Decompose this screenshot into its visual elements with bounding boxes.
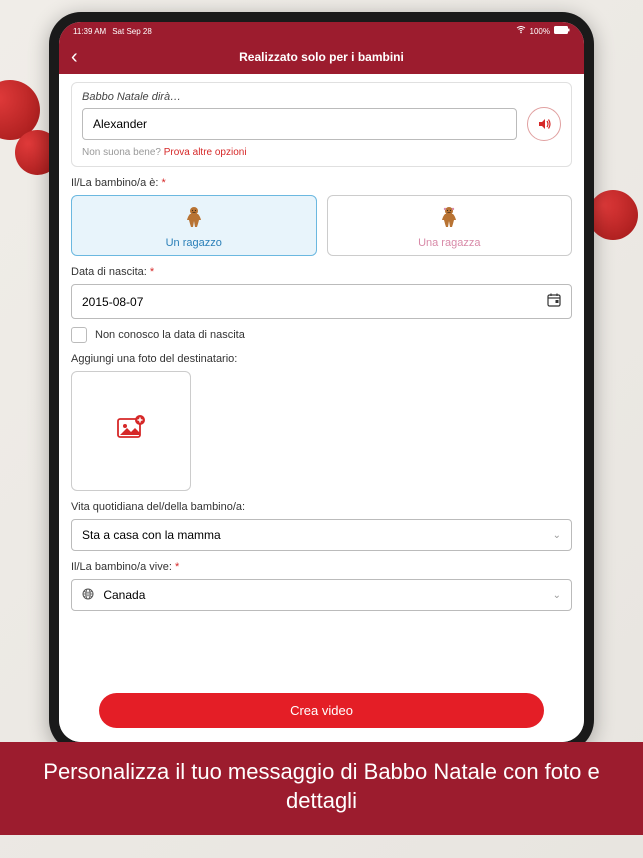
wifi-icon (516, 26, 526, 36)
form-content: Babbo Natale dirà… Non suona bene? Prova… (59, 74, 584, 683)
birth-date-input[interactable]: 2015-08-07 (71, 284, 572, 319)
status-bar: 11:39 AM Sat Sep 28 100% (59, 22, 584, 40)
santa-says-card: Babbo Natale dirà… Non suona bene? Prova… (71, 82, 572, 167)
create-video-button[interactable]: Crea video (99, 693, 544, 728)
daily-life-value: Sta a casa con la mamma (82, 528, 221, 542)
lives-select[interactable]: Canada ⌄ (71, 579, 572, 611)
chevron-down-icon: ⌄ (553, 590, 561, 601)
chevron-down-icon: ⌄ (553, 530, 561, 541)
gingerbread-boy-icon (72, 206, 316, 233)
pronunciation-hint: Non suona bene? Prova altre opzioni (82, 147, 561, 158)
unknown-birth-checkbox[interactable] (71, 327, 87, 343)
calendar-icon (547, 293, 561, 310)
battery-icon (554, 26, 570, 36)
name-input[interactable] (82, 108, 517, 140)
gender-label: Il/La bambino/a è: * (71, 177, 572, 189)
add-image-icon (116, 415, 146, 448)
unknown-birth-label: Non conosco la data di nascita (95, 329, 245, 341)
gingerbread-girl-icon (328, 206, 572, 233)
lives-label: Il/La bambino/a vive: * (71, 561, 572, 573)
try-other-options-link[interactable]: Prova altre opzioni (164, 147, 247, 158)
footer-bar: Crea video (59, 683, 584, 742)
tablet-frame: 11:39 AM Sat Sep 28 100% ‹ Realizzato so… (49, 12, 594, 752)
battery-text: 100% (530, 27, 550, 36)
gender-boy-label: Un ragazzo (166, 237, 222, 249)
page-title: Realizzato solo per i bambini (59, 50, 584, 64)
play-audio-button[interactable] (527, 107, 561, 141)
daily-life-select[interactable]: Sta a casa con la mamma ⌄ (71, 519, 572, 551)
gender-option-girl[interactable]: Una ragazza (327, 195, 573, 256)
birth-label: Data di nascita: * (71, 266, 572, 278)
gender-girl-label: Una ragazza (418, 237, 480, 249)
header-bar: ‹ Realizzato solo per i bambini (59, 40, 584, 74)
status-date: Sat Sep 28 (112, 27, 152, 36)
promo-caption: Personalizza il tuo messaggio di Babbo N… (0, 742, 643, 835)
daily-life-label: Vita quotidiana del/della bambino/a: (71, 501, 572, 513)
gender-option-boy[interactable]: Un ragazzo (71, 195, 317, 256)
back-button[interactable]: ‹ (71, 46, 78, 69)
birth-date-value: 2015-08-07 (82, 295, 143, 309)
globe-icon (82, 588, 97, 602)
add-photo-box[interactable] (71, 371, 191, 491)
status-time: 11:39 AM (73, 27, 106, 36)
photo-label: Aggiungi una foto del destinatario: (71, 353, 572, 365)
lives-value: Canada (82, 588, 145, 602)
santa-says-label: Babbo Natale dirà… (82, 91, 561, 103)
